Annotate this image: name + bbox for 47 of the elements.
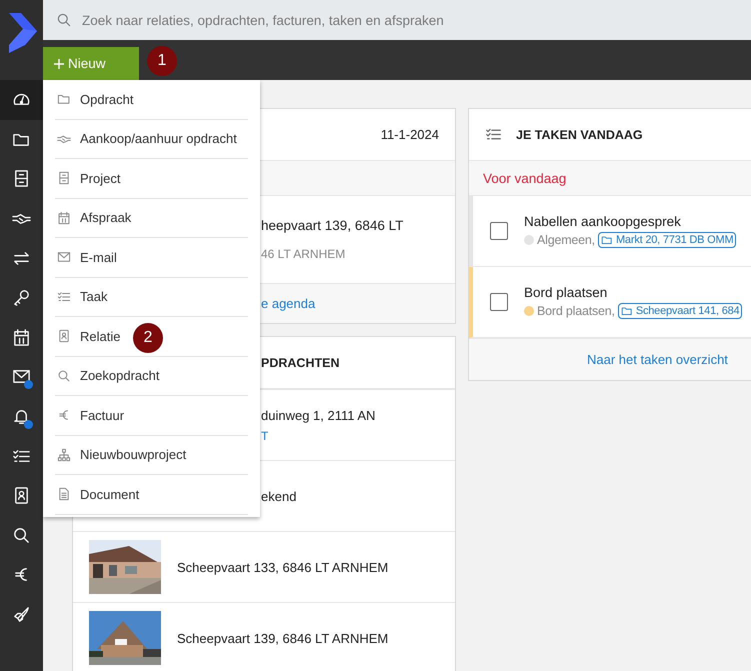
menu-item[interactable]: Opdracht bbox=[55, 80, 248, 120]
checkbox[interactable] bbox=[490, 222, 508, 240]
hierarchy-icon bbox=[57, 448, 71, 462]
step-badge: 1 bbox=[147, 46, 177, 76]
search-icon bbox=[57, 368, 71, 383]
cabinet-icon bbox=[12, 169, 31, 188]
assignment-address: ekend bbox=[261, 488, 296, 504]
folder-icon bbox=[620, 305, 633, 317]
task-title: Bord plaatsen bbox=[524, 285, 608, 300]
card-title: JE TAKEN VANDAAG bbox=[516, 128, 643, 142]
event-address: 46 LT ARNHEM bbox=[261, 247, 346, 261]
calendar-icon bbox=[57, 210, 71, 225]
plus-icon bbox=[54, 58, 64, 68]
folder-icon bbox=[57, 92, 71, 106]
contact-icon bbox=[57, 329, 71, 344]
agenda-link[interactable]: e agenda bbox=[261, 296, 316, 311]
logo-icon bbox=[6, 13, 36, 53]
assignment-address: Scheepvaart 139, 6846 LT ARNHEM bbox=[177, 630, 388, 646]
cabinet-icon bbox=[57, 171, 71, 186]
assignment-detail: T bbox=[261, 428, 270, 442]
document-icon bbox=[57, 487, 71, 502]
task-category: Algemeen, bbox=[537, 233, 595, 247]
rocket-icon bbox=[12, 605, 31, 624]
tasks-icon bbox=[57, 290, 71, 304]
sidebar-item[interactable] bbox=[0, 80, 43, 120]
address-chip[interactable]: Markt 20, 7731 DB OMM bbox=[598, 232, 736, 248]
search-bar[interactable]: Zoek naar relaties, opdrachten, facturen, taken en afspraken bbox=[43, 0, 751, 40]
key-icon bbox=[12, 288, 31, 308]
task-category: Bord plaatsen, bbox=[537, 304, 615, 318]
assignment-address: Scheepvaart 133, 6846 LT ARNHEM bbox=[177, 560, 388, 574]
search-icon bbox=[12, 526, 31, 545]
card-title: PDRACHTEN bbox=[261, 356, 340, 370]
section-label: Voor vandaag bbox=[483, 170, 566, 186]
search-field[interactable]: Zoek naar relaties, opdrachten, facturen, taken en afspraken bbox=[80, 12, 751, 28]
checkbox[interactable] bbox=[490, 293, 508, 311]
task-title: Nabellen aankoopgesprek bbox=[524, 214, 682, 229]
calendar-icon bbox=[12, 328, 31, 347]
euro-icon bbox=[57, 408, 71, 422]
event-title: heepvaart 139, 6846 LT bbox=[261, 218, 404, 233]
assignment-address: duinweg 1, 2111 AN bbox=[261, 408, 376, 422]
mail-icon bbox=[57, 250, 71, 264]
search-icon bbox=[56, 12, 72, 28]
contact-icon bbox=[12, 486, 31, 506]
agenda-date: 11-1-2024 bbox=[380, 127, 439, 142]
tasks-overview-link[interactable]: Naar het taken overzicht bbox=[587, 352, 728, 367]
folder-icon bbox=[600, 234, 613, 246]
address-chip[interactable]: Scheepvaart 141, 684 bbox=[618, 303, 742, 319]
